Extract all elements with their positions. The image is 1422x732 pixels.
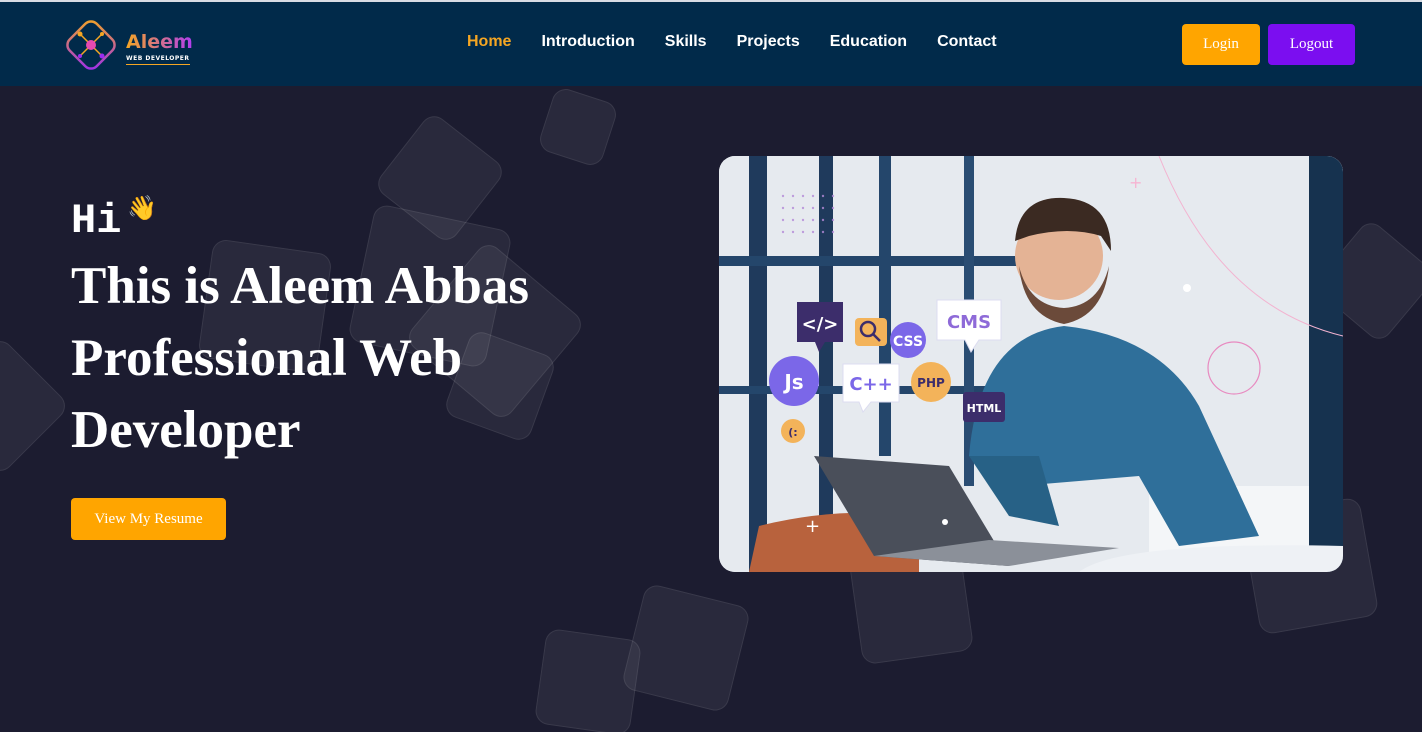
site-logo[interactable]: Aleem WEB DEVELOPER xyxy=(60,14,193,76)
title-line-1: This is Aleem Abbas xyxy=(71,257,529,315)
bg-square xyxy=(0,335,71,477)
search-badge-icon xyxy=(855,318,887,346)
wave-hand-icon: 👋 xyxy=(127,195,158,222)
nav-projects[interactable]: Projects xyxy=(737,33,800,55)
nav-home[interactable]: Home xyxy=(467,33,511,55)
title-line-3: Developer xyxy=(71,401,301,459)
greeting-line: Hi 👋 xyxy=(71,195,631,246)
bg-square xyxy=(620,582,752,714)
smiley-badge: (: xyxy=(781,419,805,443)
developer-illustration: + + </> CSS CMS Js C++ PHP HTML (: xyxy=(719,156,1343,572)
js-badge: Js xyxy=(769,356,819,406)
nav-skills[interactable]: Skills xyxy=(665,33,707,55)
bg-square xyxy=(533,627,643,732)
logo-badge-icon xyxy=(66,20,116,70)
js-badge-label: Js xyxy=(782,370,803,394)
title-line-2: Professional Web xyxy=(71,329,463,387)
greeting: Hi xyxy=(71,197,122,245)
bg-square xyxy=(536,85,620,169)
main-nav: Home Introduction Skills Projects Educat… xyxy=(467,33,997,55)
cms-badge-label: CMS xyxy=(947,312,991,333)
nav-education[interactable]: Education xyxy=(830,33,907,55)
logout-button[interactable]: Logout xyxy=(1268,24,1355,65)
css-badge: CSS xyxy=(890,322,926,358)
hero-image: + + </> CSS CMS Js C++ PHP HTML (: xyxy=(719,156,1343,572)
logo-name: Aleem xyxy=(126,31,193,53)
html-badge-label: HTML xyxy=(967,402,1002,415)
css-badge-label: CSS xyxy=(893,334,923,350)
svg-text:+: + xyxy=(1129,173,1142,192)
hero-title: This is Aleem Abbas Professional Web Dev… xyxy=(71,250,591,466)
php-badge: PHP xyxy=(911,362,951,402)
smiley-badge-label: (: xyxy=(788,426,797,439)
html-badge: HTML xyxy=(963,392,1005,422)
logo-tagline: WEB DEVELOPER xyxy=(126,55,190,65)
cpp-badge-label: C++ xyxy=(849,374,892,395)
site-header: Aleem WEB DEVELOPER Home Introduction Sk… xyxy=(0,2,1422,86)
nav-contact[interactable]: Contact xyxy=(937,33,997,55)
code-badge-label: </> xyxy=(802,314,839,335)
svg-text:+: + xyxy=(805,516,820,537)
php-badge-label: PHP xyxy=(917,376,945,390)
nav-introduction[interactable]: Introduction xyxy=(541,33,634,55)
login-button[interactable]: Login xyxy=(1182,24,1260,65)
view-resume-button[interactable]: View My Resume xyxy=(71,498,226,540)
hero-text: Hi 👋 This is Aleem Abbas Professional We… xyxy=(71,195,631,466)
